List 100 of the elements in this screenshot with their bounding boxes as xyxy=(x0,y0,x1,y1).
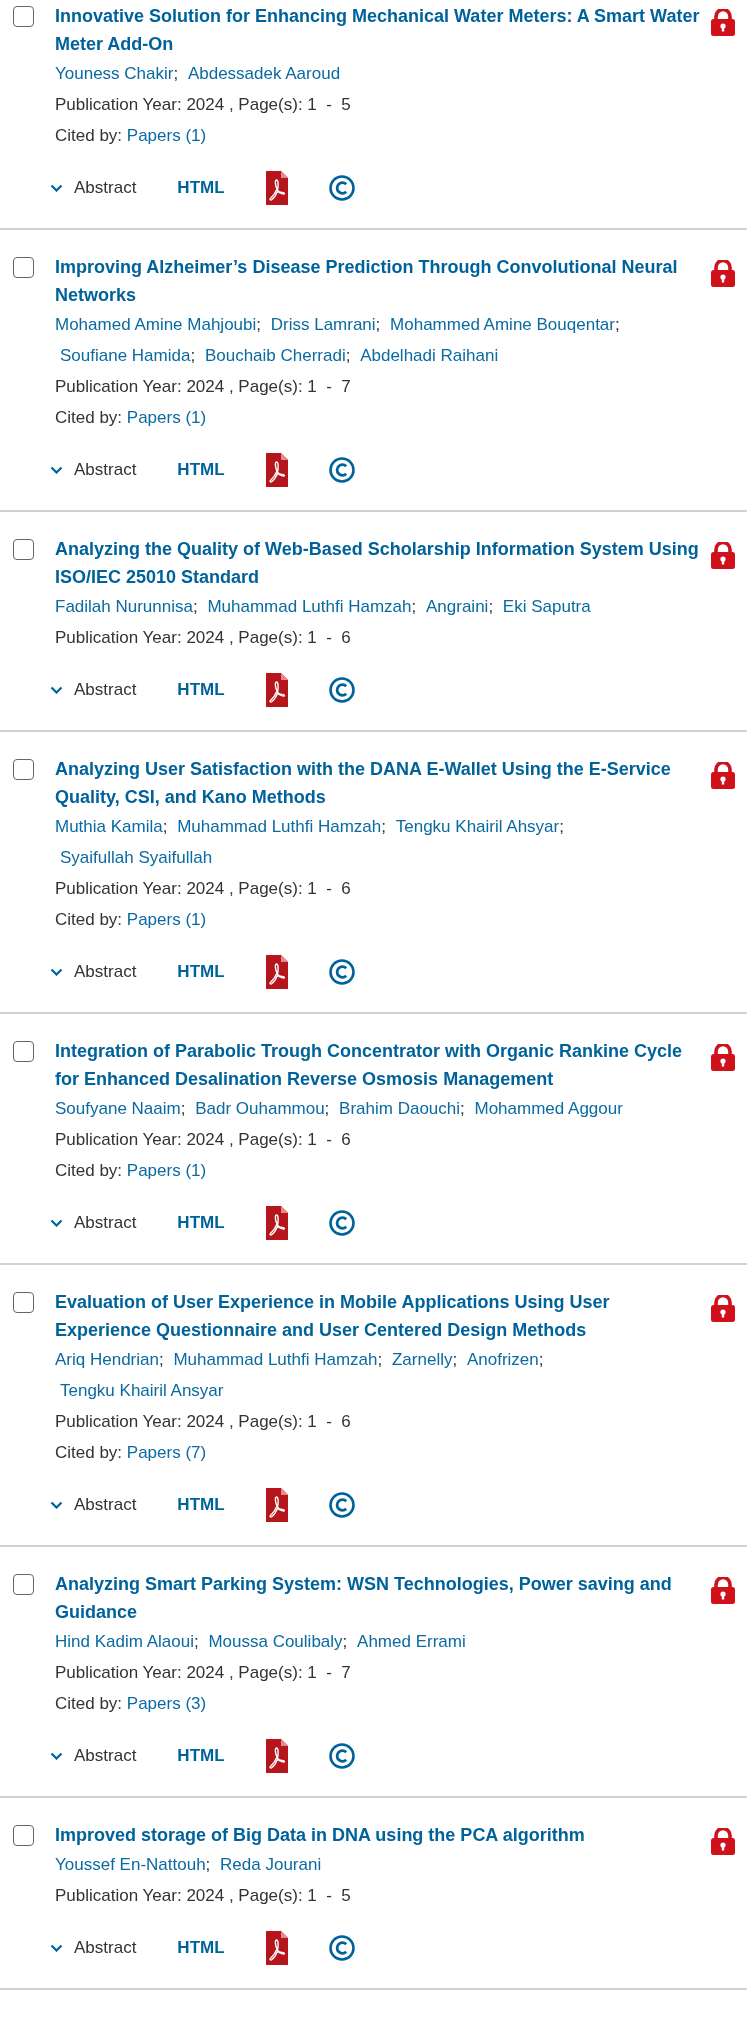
chevron-down-icon xyxy=(50,1501,63,1509)
select-checkbox[interactable] xyxy=(13,1574,34,1595)
author-link[interactable]: Reda Jourani xyxy=(220,1855,322,1874)
pdf-icon[interactable] xyxy=(265,1488,288,1522)
author-link[interactable]: Fadilah Nurunnisa xyxy=(55,597,193,616)
abstract-toggle[interactable]: Abstract xyxy=(50,1938,137,1958)
pdf-icon[interactable] xyxy=(265,673,288,707)
pdf-icon[interactable] xyxy=(265,453,288,487)
author-link[interactable]: Tengku Khairil Ahsyar xyxy=(395,817,560,836)
html-link[interactable]: HTML xyxy=(177,1746,225,1766)
abstract-toggle[interactable]: Abstract xyxy=(50,1495,137,1515)
author-link[interactable]: Muhammad Luthfi Hamzah xyxy=(207,597,412,616)
select-checkbox[interactable] xyxy=(13,257,34,278)
html-link[interactable]: HTML xyxy=(177,178,225,198)
author-link[interactable]: Brahim Daouchi xyxy=(339,1099,461,1118)
select-checkbox[interactable] xyxy=(13,759,34,780)
chevron-down-icon xyxy=(50,466,63,474)
select-checkbox[interactable] xyxy=(13,539,34,560)
author-link[interactable]: Youssef En-Nattouh xyxy=(55,1855,206,1874)
author-link[interactable]: Youness Chakir xyxy=(55,64,174,83)
abstract-toggle[interactable]: Abstract xyxy=(50,962,137,982)
author-separator: ; xyxy=(162,817,168,836)
citing-papers-link[interactable]: Papers (1) xyxy=(126,910,207,929)
author-separator: ; xyxy=(158,1350,164,1369)
author-link[interactable]: Anofrizen xyxy=(466,1350,539,1369)
author-link[interactable]: Tengku Khairil Ansyar xyxy=(60,1381,224,1400)
paper-title-link[interactable]: Improved storage of Big Data in DNA using the PCA algorithm xyxy=(55,1821,710,1849)
pdf-icon[interactable] xyxy=(265,171,288,205)
copyright-icon[interactable] xyxy=(328,175,355,201)
lock-icon xyxy=(710,1577,736,1604)
select-checkbox[interactable] xyxy=(13,1041,34,1062)
author-link[interactable]: Ariq Hendrian xyxy=(55,1350,159,1369)
cited-by-label: Cited by: xyxy=(55,1443,123,1462)
author-link[interactable]: Abdessadek Aaroud xyxy=(187,64,341,83)
author-link[interactable]: Eki Saputra xyxy=(502,597,591,616)
html-link[interactable]: HTML xyxy=(177,962,225,982)
author-link[interactable]: Ahmed Errami xyxy=(357,1632,466,1651)
html-link[interactable]: HTML xyxy=(177,1213,225,1233)
author-link[interactable]: Zarnelly xyxy=(392,1350,453,1369)
lock-icon xyxy=(710,1295,736,1322)
author-link[interactable]: Hind Kadim Alaoui xyxy=(55,1632,194,1651)
author-link[interactable]: Driss Lamrani xyxy=(270,315,376,334)
publication-info: Publication Year: 2024 , Page(s): 1 - 6 xyxy=(55,879,351,898)
paper-title-link[interactable]: Evaluation of User Experience in Mobile Applications Using User Experience Questionnaire and User Centered Design Methods xyxy=(55,1288,710,1344)
abstract-toggle[interactable]: Abstract xyxy=(50,1213,137,1233)
author-link[interactable]: Muhammad Luthfi Hamzah xyxy=(173,1350,378,1369)
lock-icon xyxy=(710,1828,736,1855)
abstract-toggle[interactable]: Abstract xyxy=(50,460,137,480)
copyright-icon[interactable] xyxy=(328,1935,355,1961)
citing-papers-link[interactable]: Papers (7) xyxy=(126,1443,207,1462)
publication-info: Publication Year: 2024 , Page(s): 1 - 7 xyxy=(55,1663,351,1682)
author-link[interactable]: Mohammed Aggour xyxy=(474,1099,623,1118)
citing-papers-link[interactable]: Papers (3) xyxy=(126,1694,207,1713)
copyright-icon[interactable] xyxy=(328,1743,355,1769)
pdf-icon[interactable] xyxy=(265,1739,288,1773)
select-checkbox[interactable] xyxy=(13,6,34,27)
pdf-icon[interactable] xyxy=(265,955,288,989)
author-link[interactable]: Soufyane Naaim xyxy=(55,1099,181,1118)
author-separator: ; xyxy=(538,1350,544,1369)
copyright-icon[interactable] xyxy=(328,1210,355,1236)
author-link[interactable]: Mohamed Amine Mahjoubi xyxy=(55,315,257,334)
select-checkbox[interactable] xyxy=(13,1825,34,1846)
author-separator: ; xyxy=(192,597,198,616)
paper-title-link[interactable]: Integration of Parabolic Trough Concentrator with Organic Rankine Cycle for Enhanced Desalination Reverse Osmosis Management xyxy=(55,1037,710,1093)
copyright-icon[interactable] xyxy=(328,959,355,985)
lock-icon xyxy=(710,762,736,789)
abstract-toggle[interactable]: Abstract xyxy=(50,178,137,198)
author-link[interactable]: Muthia Kamila xyxy=(55,817,163,836)
paper-title-link[interactable]: Improving Alzheimer’s Disease Prediction Through Convolutional Neural Networks xyxy=(55,253,710,309)
abstract-toggle[interactable]: Abstract xyxy=(50,680,137,700)
citing-papers-link[interactable]: Papers (1) xyxy=(126,1161,207,1180)
author-link[interactable]: Angraini xyxy=(426,597,489,616)
select-checkbox[interactable] xyxy=(13,1292,34,1313)
cited-by-label: Cited by: xyxy=(55,126,123,145)
html-link[interactable]: HTML xyxy=(177,680,225,700)
citing-papers-link[interactable]: Papers (1) xyxy=(126,408,207,427)
author-link[interactable]: Syaifullah Syaifullah xyxy=(60,848,213,867)
author-link[interactable]: Soufiane Hamida xyxy=(60,346,191,365)
html-link[interactable]: HTML xyxy=(177,460,225,480)
cited-by-label: Cited by: xyxy=(55,408,123,427)
pdf-icon[interactable] xyxy=(265,1206,288,1240)
paper-title-link[interactable]: Analyzing the Quality of Web-Based Scholarship Information System Using ISO/IEC 25010 Standard xyxy=(55,535,710,591)
paper-title-link[interactable]: Analyzing User Satisfaction with the DANA E-Wallet Using the E-Service Quality, CSI, and Kano Methods xyxy=(55,755,710,811)
author-link[interactable]: Badr Ouhammou xyxy=(195,1099,325,1118)
abstract-toggle[interactable]: Abstract xyxy=(50,1746,137,1766)
copyright-icon[interactable] xyxy=(328,457,355,483)
citing-papers-link[interactable]: Papers (1) xyxy=(126,126,207,145)
author-link[interactable]: Bouchaib Cherradi xyxy=(204,346,346,365)
copyright-icon[interactable] xyxy=(328,1492,355,1518)
html-link[interactable]: HTML xyxy=(177,1938,225,1958)
author-link[interactable]: Abdelhadi Raihani xyxy=(360,346,499,365)
author-link[interactable]: Moussa Coulibaly xyxy=(208,1632,343,1651)
cited-by-label: Cited by: xyxy=(55,910,123,929)
paper-title-link[interactable]: Innovative Solution for Enhancing Mechanical Water Meters: A Smart Water Meter Add-On xyxy=(55,2,710,58)
pdf-icon[interactable] xyxy=(265,1931,288,1965)
copyright-icon[interactable] xyxy=(328,677,355,703)
html-link[interactable]: HTML xyxy=(177,1495,225,1515)
author-link[interactable]: Muhammad Luthfi Hamzah xyxy=(177,817,382,836)
author-link[interactable]: Mohammed Amine Bouqentar xyxy=(390,315,615,334)
paper-title-link[interactable]: Analyzing Smart Parking System: WSN Technologies, Power saving and Guidance xyxy=(55,1570,710,1626)
